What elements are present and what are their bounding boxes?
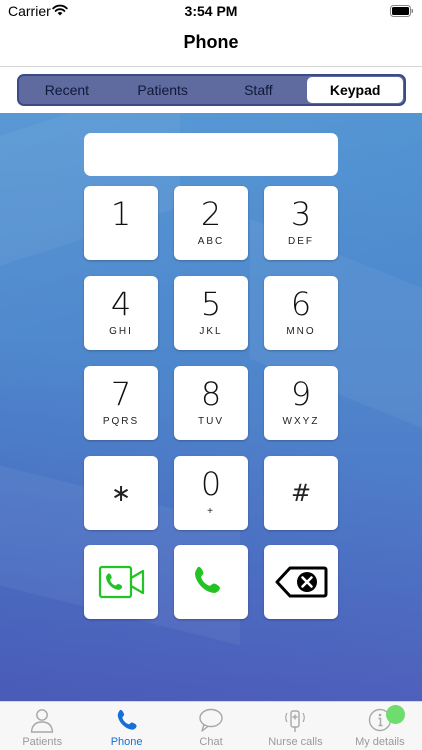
phone-segmented-control: Recent Patients Staff Keypad — [17, 74, 406, 106]
key-digit: 4 — [110, 285, 132, 323]
call-button[interactable] — [174, 545, 248, 619]
tab-phone[interactable]: Phone — [84, 702, 168, 750]
page-title: Phone — [183, 32, 239, 52]
key-3[interactable]: 3 DEF — [264, 186, 338, 260]
keypad-area: 1 2 ABC 3 DEF 4 GHI 5 JKL 6 MNO 7 PQRS 8… — [0, 113, 422, 701]
phone-call-icon — [195, 566, 220, 593]
key-letters: PQRS — [102, 416, 140, 427]
key-letters: + — [207, 506, 215, 517]
key-letters: JKL — [199, 326, 223, 337]
video-call-button[interactable] — [84, 545, 158, 619]
key-digit: ∗ — [110, 479, 132, 507]
key-letters: TUV — [198, 416, 224, 427]
key-digit: 5 — [200, 285, 222, 323]
phone-icon — [117, 709, 137, 730]
status-time: 3:54 PM — [184, 3, 238, 19]
segment-patients[interactable]: Patients — [115, 76, 211, 104]
backspace-button[interactable] — [264, 545, 338, 619]
segment-staff[interactable]: Staff — [211, 76, 307, 104]
dial-number-display[interactable] — [84, 133, 338, 176]
key-digit: 2 — [200, 195, 222, 233]
key-digit: 7 — [110, 375, 132, 413]
key-digit: 0 — [200, 465, 222, 503]
key-2[interactable]: 2 ABC — [174, 186, 248, 260]
tab-chat[interactable]: Chat — [169, 702, 253, 750]
key-8[interactable]: 8 TUV — [174, 366, 248, 440]
key-4[interactable]: 4 GHI — [84, 276, 158, 350]
nav-divider — [0, 66, 422, 67]
segment-keypad[interactable]: Keypad — [307, 77, 403, 103]
battery-icon — [390, 5, 413, 17]
key-0[interactable]: 0 + — [174, 456, 248, 530]
key-5[interactable]: 5 JKL — [174, 276, 248, 350]
tab-bar: Patients Phone Chat Nurse calls My detai… — [0, 701, 422, 750]
key-digit: 3 — [290, 195, 312, 233]
tab-label: Patients — [22, 736, 63, 748]
segment-recent[interactable]: Recent — [19, 76, 115, 104]
status-bar: Carrier 3:54 PM — [0, 0, 422, 24]
key-6[interactable]: 6 MNO — [264, 276, 338, 350]
key-hash[interactable]: # — [264, 456, 338, 530]
key-letters: ABC — [197, 236, 225, 247]
chat-bubble-icon — [199, 708, 223, 732]
tab-label: Nurse calls — [268, 736, 323, 748]
key-digit: 6 — [290, 285, 312, 323]
nurse-call-icon — [285, 710, 306, 732]
key-digit: 9 — [290, 375, 312, 413]
person-icon — [30, 709, 54, 733]
notification-dot — [386, 705, 405, 724]
tab-label: My details — [355, 736, 405, 748]
key-digit: # — [290, 479, 312, 507]
backspace-icon — [275, 566, 328, 598]
key-star[interactable]: ∗ — [84, 456, 158, 530]
key-letters: GHI — [109, 326, 133, 337]
key-digit: 8 — [200, 375, 222, 413]
tab-label: Chat — [199, 736, 223, 748]
key-letters: WXYZ — [282, 416, 320, 427]
key-9[interactable]: 9 WXYZ — [264, 366, 338, 440]
video-call-icon — [98, 565, 145, 599]
key-7[interactable]: 7 PQRS — [84, 366, 158, 440]
tab-patients[interactable]: Patients — [0, 702, 84, 750]
tab-label: Phone — [110, 736, 143, 748]
tab-my-details[interactable]: My details — [338, 702, 422, 750]
key-letters: MNO — [286, 326, 316, 337]
tab-nurse-calls[interactable]: Nurse calls — [253, 702, 337, 750]
key-1[interactable]: 1 — [84, 186, 158, 260]
key-letters: DEF — [288, 236, 314, 247]
key-digit: 1 — [110, 195, 132, 233]
